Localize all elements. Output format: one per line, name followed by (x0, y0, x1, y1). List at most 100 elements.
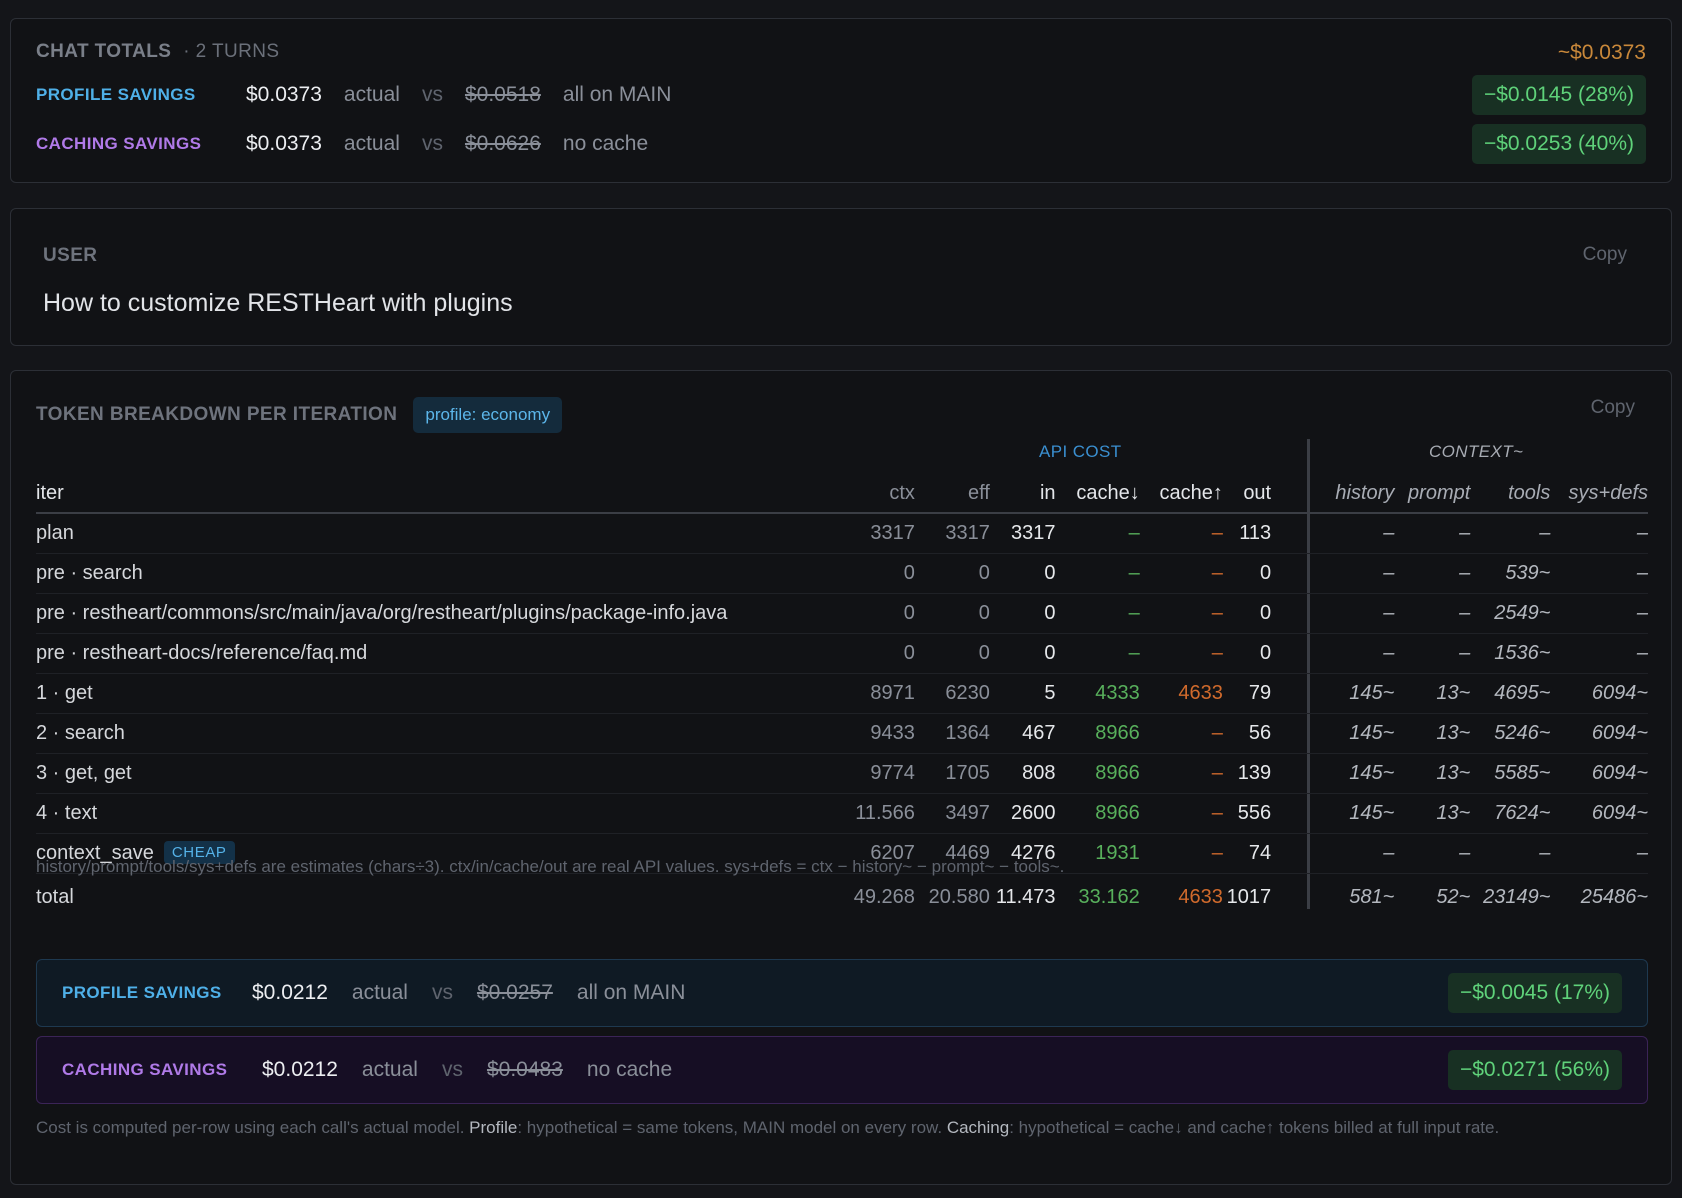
cell-in: 5 (1044, 681, 1056, 704)
cell-ctx: 0 (903, 561, 915, 584)
cell-ctx: 49.268 (853, 885, 915, 908)
cell-ctx: 9774 (870, 761, 915, 784)
caching-savings-label: CACHING SAVINGS (36, 134, 202, 153)
table-row: plan 3317 3317 3317– –113– – – – (36, 513, 1648, 553)
iter-label: 4 · text (36, 801, 98, 824)
iter-label: 3 · get, get (36, 761, 132, 784)
token-breakdown-title: TOKEN BREAKDOWN PER ITERATION (36, 404, 398, 425)
profile-saving-badge: −$0.0145 (28%) (1471, 75, 1646, 115)
cell-out: 56 (1248, 721, 1272, 744)
cell-cache-down: 8966 (1095, 721, 1140, 744)
chat-totals-panel: CHAT TOTALS · 2 TURNS ~$0.0373 PROFILE SA… (10, 18, 1672, 183)
cell-history: 145~ (1349, 761, 1395, 784)
cell-cache-up: 4633 (1178, 885, 1223, 908)
profile-savings-label: PROFILE SAVINGS (36, 85, 196, 104)
cell-ctx: 9433 (870, 721, 915, 744)
cell-out: 0 (1260, 641, 1272, 664)
iter-label: 1 · get (36, 681, 93, 704)
cell-prompt: – (1459, 561, 1471, 584)
cell-eff: 1364 (945, 721, 990, 744)
cell-tools: 23149~ (1483, 885, 1551, 908)
iter-label: pre · restheart/commons/src/main/java/or… (36, 601, 728, 624)
cell-tools: – (1539, 841, 1551, 864)
cost-note-part2: : hypothetical = same tokens, MAIN model… (517, 1118, 947, 1137)
cell-eff: 0 (978, 601, 990, 624)
cell-history: 145~ (1349, 681, 1395, 704)
caching-note: no cache (586, 1058, 673, 1081)
table-header-row: iter ctx eff in cache↓ cache↑ out histor… (36, 475, 1648, 513)
cell-out: 0 (1260, 561, 1272, 584)
profile-pill: profile: economy (413, 397, 563, 433)
iter-label: pre · restheart-docs/reference/faq.md (36, 641, 368, 664)
profile-hypothetical-cost: $0.0518 (464, 83, 541, 106)
cell-sysdefs: – (1636, 561, 1648, 584)
cell-ctx: 3317 (870, 521, 915, 544)
cell-out: 1017 (1226, 885, 1272, 908)
caching-actual-cost: $0.0373 (246, 132, 322, 155)
cell-out: 113 (1239, 521, 1272, 544)
cell-prompt: – (1459, 841, 1471, 864)
actual-word: actual (343, 83, 400, 106)
cell-tools: 1536~ (1494, 641, 1551, 664)
chat-total-amount: ~$0.0373 (1557, 41, 1646, 64)
profile-hypothetical-cost: $0.0257 (476, 981, 553, 1004)
turn-count: · 2 TURNS (183, 41, 280, 62)
table-row: 2 · search 9433 1364 467 8966 – 56 145~ 13~ 5246~… (36, 713, 1648, 753)
cell-tools: – (1539, 521, 1551, 544)
cell-history: 145~ (1349, 801, 1395, 824)
cell-in: 2600 (1011, 801, 1056, 824)
cell-cache-down: – (1128, 601, 1140, 624)
profile-note: all on MAIN (562, 83, 672, 106)
col-ctx: ctx (889, 482, 915, 504)
iter-label: pre · search (36, 561, 143, 584)
col-iter: iter (36, 482, 64, 504)
cell-history: – (1383, 641, 1395, 664)
cell-sysdefs: – (1636, 841, 1648, 864)
total-row: total 49.268 20.580 11.473 33.162 4633 1017 581… (36, 873, 1648, 921)
cell-history: 145~ (1349, 721, 1395, 744)
cell-prompt: – (1459, 641, 1471, 664)
cell-eff: 0 (978, 561, 990, 584)
cell-in: 0 (1044, 561, 1056, 584)
api-cost-group-label: API COST (1039, 442, 1122, 461)
table-row: pre · restheart-docs/reference/faq.md 0 0 0… (36, 633, 1648, 673)
cell-sysdefs: – (1636, 641, 1648, 664)
cell-tools: 539~ (1505, 561, 1551, 584)
cell-cache-up: – (1211, 801, 1223, 824)
caching-hypothetical-cost: $0.0626 (464, 132, 541, 155)
token-breakdown-header: TOKEN BREAKDOWN PER ITERATION profile: e… (36, 397, 563, 433)
iteration-profile-savings-box: PROFILE SAVINGS $0.0212 actual vs $0.025… (36, 959, 1648, 1027)
token-breakdown-panel: TOKEN BREAKDOWN PER ITERATION profile: e… (10, 370, 1672, 1185)
user-message-panel: USER Copy How to customize RESTHeart wit… (10, 208, 1672, 346)
cell-iter: pre · restheart-docs/reference/faq.md (36, 633, 837, 673)
cell-iter: 2 · search (36, 713, 837, 753)
cell-iter: 1 · get (36, 673, 837, 713)
chat-caching-savings-row: CACHING SAVINGS $0.0373 actual vs $0.062… (36, 124, 1646, 164)
cell-cache-down: – (1128, 641, 1140, 664)
iter-label: 2 · search (36, 721, 125, 744)
col-history: history (1335, 482, 1395, 504)
caching-saving-badge: −$0.0253 (40%) (1471, 124, 1646, 164)
copy-breakdown-button[interactable]: Copy (1591, 397, 1635, 419)
cell-out: 74 (1248, 841, 1272, 864)
cell-cache-up: 4633 (1178, 681, 1223, 704)
chat-profile-savings-row: PROFILE SAVINGS $0.0373 actual vs $0.051… (36, 75, 1646, 115)
cell-prompt: 13~ (1436, 681, 1471, 704)
cost-note-part1: Cost is computed per-row using each call… (36, 1118, 470, 1137)
chat-totals-title: CHAT TOTALS · 2 TURNS (36, 41, 279, 63)
estimates-footnote: history/prompt/tools/sys+defs are estima… (36, 857, 1065, 876)
cell-cache-down: 8966 (1095, 761, 1140, 784)
col-eff: eff (967, 482, 990, 504)
vs-word: vs (421, 83, 443, 106)
cell-in: 467 (1022, 721, 1056, 744)
user-message-text: How to customize RESTHeart with plugins (43, 289, 513, 317)
cell-eff: 6230 (945, 681, 990, 704)
chat-totals-label: CHAT TOTALS (36, 41, 172, 62)
cell-in: 0 (1044, 641, 1056, 664)
table-row: pre · restheart/commons/src/main/java/or… (36, 593, 1648, 633)
cell-ctx: 8971 (870, 681, 915, 704)
cell-cache-up: – (1211, 561, 1223, 584)
caching-note: no cache (562, 132, 649, 155)
copy-user-button[interactable]: Copy (1583, 244, 1627, 266)
table-row: 1 · get 8971 6230 5 4333 4633 79 145~ 13~ 4695~ 60… (36, 673, 1648, 713)
